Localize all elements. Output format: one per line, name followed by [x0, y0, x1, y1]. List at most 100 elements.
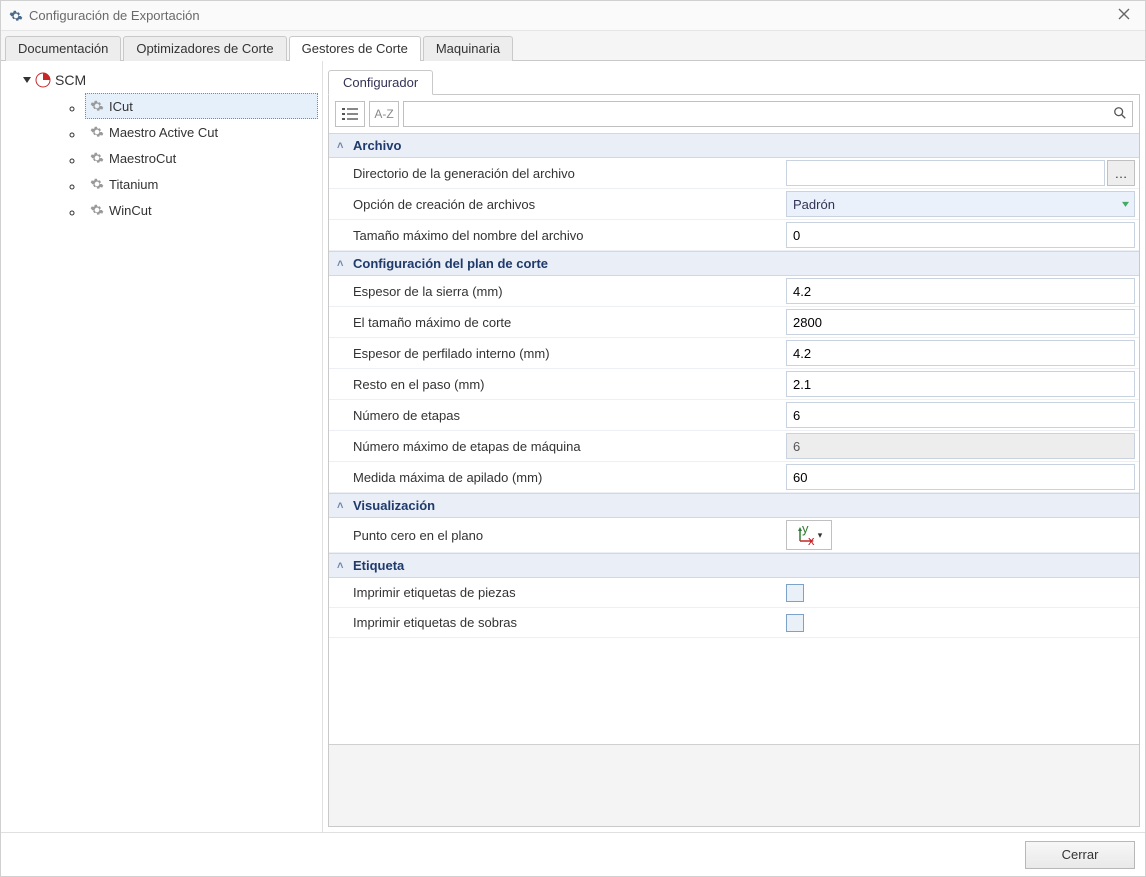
tree-item-label: WinCut [109, 203, 152, 218]
property-value-cell: Padrón ▾ [784, 189, 1139, 219]
gear-icon [89, 202, 105, 218]
property-row: Número máximo de etapas de máquina [329, 431, 1139, 462]
text-field[interactable] [786, 222, 1135, 248]
property-row: Directorio de la generación del archivo … [329, 158, 1139, 189]
dialog-window: Configuración de Exportación Documentaci… [0, 0, 1146, 877]
file-path-input[interactable] [786, 160, 1105, 186]
property-value-cell [784, 612, 1139, 634]
property-grid: ˄ArchivoDirectorio de la generación del … [329, 133, 1139, 744]
tree-item[interactable]: Maestro Active Cut [85, 119, 318, 145]
gear-icon [89, 176, 105, 192]
main-tab[interactable]: Optimizadores de Corte [123, 36, 286, 61]
tree-item[interactable]: Titanium [85, 171, 318, 197]
property-description-bar [329, 744, 1139, 826]
property-label: Espesor de perfilado interno (mm) [329, 341, 784, 366]
text-field[interactable] [786, 402, 1135, 428]
section-header[interactable]: ˄Archivo [329, 133, 1139, 158]
select-value: Padrón [793, 197, 835, 212]
property-value-cell: … [784, 158, 1139, 188]
tree-item-label: ICut [109, 99, 133, 114]
main-tab[interactable]: Gestores de Corte [289, 36, 421, 61]
checkbox[interactable] [786, 614, 804, 632]
property-value-cell [784, 369, 1139, 399]
chevron-up-icon: ˄ [337, 560, 343, 572]
tree-item-label: Titanium [109, 177, 158, 192]
section-title: Configuración del plan de corte [353, 256, 548, 271]
property-row: Medida máxima de apilado (mm) [329, 462, 1139, 493]
dialog-button-bar: Cerrar [1, 832, 1145, 876]
property-value-cell [784, 338, 1139, 368]
gear-icon [9, 9, 23, 23]
tab-configurador[interactable]: Configurador [328, 70, 433, 95]
tree-pane: SCM ICut Maestro Active Cut MaestroCut Tita… [1, 61, 323, 832]
gear-icon [89, 98, 105, 114]
main-tab[interactable]: Maquinaria [423, 36, 513, 61]
property-row: Resto en el paso (mm) [329, 369, 1139, 400]
search-wrap [403, 101, 1133, 127]
close-dialog-button[interactable]: Cerrar [1025, 841, 1135, 869]
tree-item[interactable]: ICut [85, 93, 318, 119]
gear-icon [89, 150, 105, 166]
property-value-cell [784, 400, 1139, 430]
property-label: Punto cero en el plano [329, 523, 784, 548]
property-toolbar: A-Z [329, 95, 1139, 133]
browse-button[interactable]: … [1107, 160, 1135, 186]
titlebar: Configuración de Exportación [1, 1, 1145, 31]
main-tab[interactable]: Documentación [5, 36, 121, 61]
tree-item-label: MaestroCut [109, 151, 176, 166]
chevron-up-icon: ˄ [337, 258, 343, 270]
property-pane: Configurador A-Z [323, 61, 1145, 832]
property-row: Imprimir etiquetas de piezas [329, 578, 1139, 608]
select-field[interactable]: Padrón ▾ [786, 191, 1135, 217]
property-label: Medida máxima de apilado (mm) [329, 465, 784, 490]
property-label: Imprimir etiquetas de sobras [329, 610, 784, 635]
property-grid-container: A-Z ˄ArchivoDirectorio de la generación … [328, 94, 1140, 827]
property-value-cell [784, 220, 1139, 250]
section-header[interactable]: ˄ Etiqueta [329, 553, 1139, 578]
dialog-body: SCM ICut Maestro Active Cut MaestroCut Tita… [1, 61, 1145, 832]
sub-tabstrip: Configurador [328, 66, 1140, 94]
text-field[interactable] [786, 278, 1135, 304]
property-label: Directorio de la generación del archivo [329, 161, 784, 186]
section-header[interactable]: ˄ Configuración del plan de corte [329, 251, 1139, 276]
gear-icon [89, 124, 105, 140]
origin-picker[interactable]: yx▾ [786, 520, 832, 550]
property-row: Opción de creación de archivos Padrón ▾ [329, 189, 1139, 220]
property-label: Opción de creación de archivos [329, 192, 784, 217]
property-value-cell [784, 431, 1139, 461]
chevron-up-icon: ˄ [337, 500, 343, 512]
text-field[interactable] [786, 371, 1135, 397]
tree-item[interactable]: MaestroCut [85, 145, 318, 171]
property-row: Punto cero en el planoyx▾ [329, 518, 1139, 553]
property-row: Tamaño máximo del nombre del archivo [329, 220, 1139, 251]
search-input[interactable] [403, 101, 1133, 127]
section-header[interactable]: ˄Visualización [329, 493, 1139, 518]
alphabetical-button[interactable]: A-Z [369, 101, 399, 127]
property-label: El tamaño máximo de corte [329, 310, 784, 335]
property-label: Imprimir etiquetas de piezas [329, 580, 784, 605]
tree-root-node[interactable]: SCM [5, 67, 318, 93]
property-value-cell [784, 307, 1139, 337]
property-value-cell: yx▾ [784, 518, 1139, 552]
property-value-cell [784, 462, 1139, 492]
checkbox[interactable] [786, 584, 804, 602]
close-button[interactable] [1111, 8, 1137, 23]
text-field[interactable] [786, 464, 1135, 490]
property-label: Espesor de la sierra (mm) [329, 279, 784, 304]
tree-item[interactable]: WinCut [85, 197, 318, 223]
section-title: Etiqueta [353, 558, 404, 573]
property-row: Imprimir etiquetas de sobras [329, 608, 1139, 638]
categorized-button[interactable] [335, 101, 365, 127]
property-label: Tamaño máximo del nombre del archivo [329, 223, 784, 248]
chevron-up-icon: ˄ [337, 140, 343, 152]
svg-text:x: x [808, 533, 815, 545]
brand-icon [35, 72, 51, 88]
property-value-cell [784, 276, 1139, 306]
text-field[interactable] [786, 309, 1135, 335]
chevron-down-icon: ▾ [1122, 199, 1129, 210]
property-row: El tamaño máximo de corte [329, 307, 1139, 338]
main-tabstrip: DocumentaciónOptimizadores de CorteGesto… [1, 31, 1145, 61]
chevron-down-icon[interactable] [21, 74, 33, 86]
property-label: Número de etapas [329, 403, 784, 428]
text-field[interactable] [786, 340, 1135, 366]
